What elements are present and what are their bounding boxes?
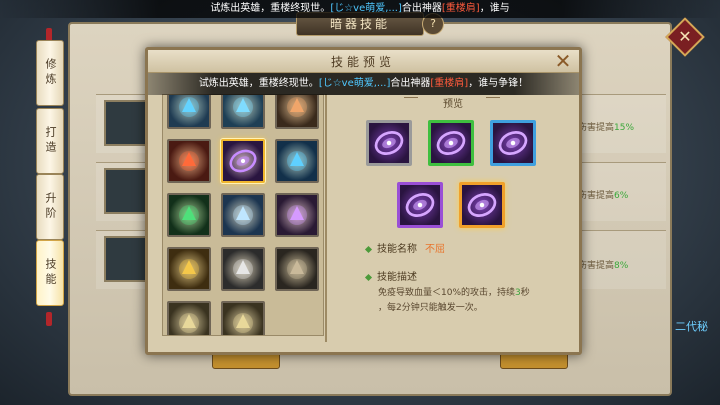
- dark-shield-icon[interactable]: [275, 193, 319, 237]
- skill-preview-dialog: 技能预览 ✕ 试炼出英雄，重楼终现世。[じ☆ve萌爱,...]合出神器[重楼肩]…: [145, 47, 582, 355]
- skill-list[interactable]: [162, 94, 324, 336]
- praying-hands-icon[interactable]: [275, 95, 319, 129]
- skill-grid: [167, 95, 319, 335]
- preview-disc-purple-icon[interactable]: [397, 182, 443, 228]
- x-icon: ✕: [678, 27, 692, 46]
- next-tier-link[interactable]: 二代秘: [675, 318, 708, 334]
- dialog-header: 技能预览 ✕: [148, 50, 579, 73]
- tab-forge[interactable]: 打造: [36, 108, 64, 174]
- fire-hand-icon[interactable]: [167, 139, 211, 183]
- skill-slot[interactable]: [104, 236, 150, 282]
- skill-slot[interactable]: [104, 100, 150, 146]
- skill-effect: 伤害提高6%: [578, 191, 629, 201]
- pane-divider: [325, 94, 327, 342]
- dialog-broadcast: 试炼出英雄，重楼终现世。[じ☆ve萌爱,...]合出神器[重楼肩]，谁与争锋！: [148, 73, 579, 95]
- gold-sword-icon[interactable]: [167, 247, 211, 291]
- broadcast-text: ，谁与: [479, 3, 510, 14]
- preview-disc-gray-icon[interactable]: [366, 120, 412, 166]
- preview-disc-green-icon[interactable]: [428, 120, 474, 166]
- tab-tassel-icon: [46, 312, 52, 326]
- ice-hand-icon[interactable]: [275, 139, 319, 183]
- ice-shield-icon[interactable]: [221, 193, 265, 237]
- skill-name-row: 技能名称 不屈: [364, 240, 445, 255]
- preview-heading: 预览: [443, 99, 463, 110]
- sapphire-burst-icon[interactable]: [167, 95, 211, 129]
- broadcast-text: 合出神器: [401, 3, 442, 14]
- nature-hand-icon[interactable]: [167, 193, 211, 237]
- crossbow-icon[interactable]: [221, 301, 265, 335]
- preview-disc-orange-icon[interactable]: [459, 182, 505, 228]
- bullet-icon: [364, 245, 373, 253]
- sapphire-burst-icon[interactable]: [221, 95, 265, 129]
- skill-name: 不屈: [425, 244, 445, 255]
- ornament-line: [404, 97, 418, 106]
- skill-description: 免疫导致血量＜10%的攻击，持续3秒 ，每2分钟只能触发一次。: [378, 288, 530, 313]
- skill-effect: 伤害提高15%: [578, 123, 635, 133]
- tab-skills[interactable]: 技能: [36, 240, 64, 306]
- preview-disc-blue-icon[interactable]: [490, 120, 536, 166]
- crossbow-icon[interactable]: [167, 301, 211, 335]
- tab-upgrade[interactable]: 升阶: [36, 174, 64, 240]
- tab-cultivate[interactable]: 修炼: [36, 40, 64, 106]
- dialog-title: 技能预览: [330, 55, 395, 69]
- silver-dart-icon[interactable]: [221, 247, 265, 291]
- broadcast-item[interactable]: [重楼肩]: [442, 3, 480, 14]
- skill-slot[interactable]: [104, 168, 150, 214]
- skill-effect: 伤害提高8%: [578, 261, 629, 271]
- skill-desc-row: 技能描述: [364, 268, 417, 283]
- hammer-icon[interactable]: [275, 247, 319, 291]
- broadcast-text: 试炼出英雄，重楼终现世。: [210, 3, 331, 14]
- ornament-line: [486, 97, 500, 106]
- system-broadcast: 试炼出英雄，重楼终现世。[じ☆ve萌爱,...]合出神器[重楼肩]，谁与: [0, 0, 720, 18]
- purple-disc-icon[interactable]: [221, 139, 265, 183]
- bullet-icon: [364, 273, 373, 281]
- broadcast-player[interactable]: [じ☆ve萌爱,...]: [330, 3, 402, 14]
- dialog-close-button[interactable]: ✕: [552, 51, 574, 71]
